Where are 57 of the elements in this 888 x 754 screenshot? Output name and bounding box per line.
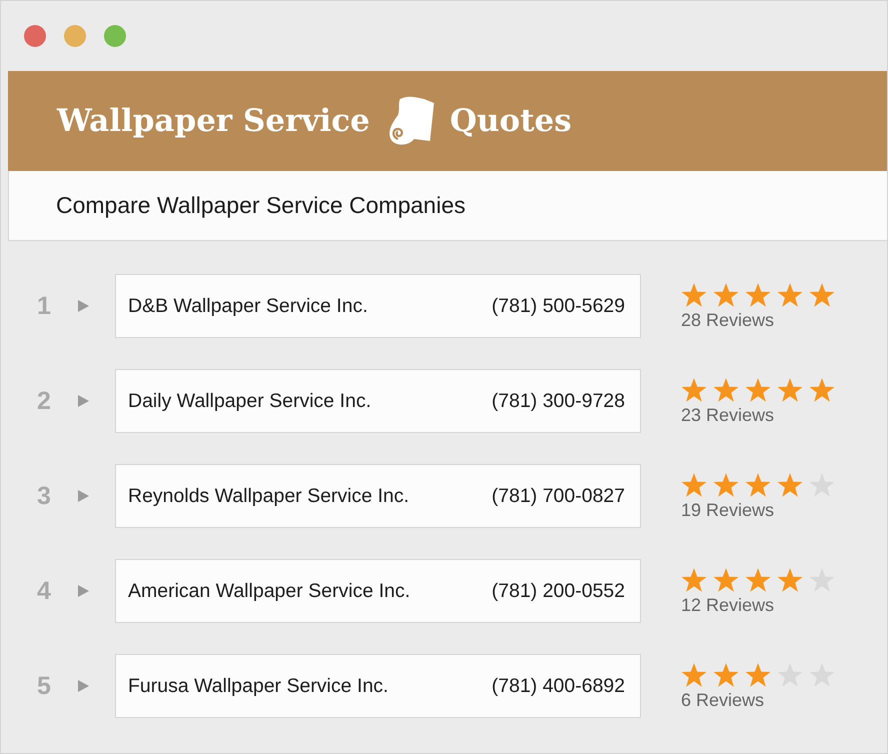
close-button[interactable] xyxy=(24,25,46,47)
star-icon xyxy=(713,282,739,308)
star-icon xyxy=(745,376,771,402)
minimize-button[interactable] xyxy=(64,25,86,47)
maximize-button[interactable] xyxy=(104,25,126,47)
rank-number: 1 xyxy=(37,292,52,320)
company-name: American Wallpaper Service Inc. xyxy=(128,580,410,602)
star-icon xyxy=(713,472,739,498)
logo-title: Quotes xyxy=(450,103,572,139)
star-icon xyxy=(681,282,707,308)
company-name: D&B Wallpaper Service Inc. xyxy=(128,294,368,318)
review-count: 19 Reviews xyxy=(681,500,776,520)
rank-number: 4 xyxy=(37,576,52,606)
rank-number: 5 xyxy=(37,672,52,700)
star-icon xyxy=(681,662,707,688)
rank-number: 3 xyxy=(37,482,52,510)
phone-number: (781) 300-9728 xyxy=(492,390,625,412)
review-count: 28 Reviews xyxy=(681,310,776,330)
company-name: Furusa Wallpaper Service Inc. xyxy=(128,674,388,698)
star-icon xyxy=(745,566,771,592)
review-count: 12 Reviews xyxy=(681,594,776,616)
page-subtitle: Compare Wallpaper Service Companies xyxy=(56,192,466,219)
star-icon xyxy=(681,566,707,592)
star-icon xyxy=(777,282,803,308)
review-count: 6 Reviews xyxy=(681,690,766,710)
rank-number: 2 xyxy=(37,386,52,416)
star-icon xyxy=(713,662,739,688)
star-icon xyxy=(809,282,835,308)
phone-number: (781) 700-0827 xyxy=(492,484,625,508)
logo-title: Wallpaper Service xyxy=(57,103,370,139)
star-icon xyxy=(809,376,835,402)
company-card[interactable]: American Wallpaper Service Inc. (781) 200-0552 xyxy=(115,559,641,623)
company-card[interactable]: Reynolds Wallpaper Service Inc. (781) 700-0827 xyxy=(115,464,641,528)
star-icon xyxy=(777,566,803,592)
phone-number: (781) 400-6892 xyxy=(492,674,625,698)
company-name: Reynolds Wallpaper Service Inc. xyxy=(128,484,410,508)
expand-arrow-icon[interactable] xyxy=(77,680,89,692)
expand-arrow-icon[interactable] xyxy=(77,490,89,502)
star-icon xyxy=(777,472,803,498)
review-count: 23 Reviews xyxy=(681,404,776,426)
company-card[interactable]: D&B Wallpaper Service Inc. (781) 500-5629 xyxy=(115,274,641,338)
phone-number: (781) 200-0552 xyxy=(492,580,625,602)
expand-arrow-icon[interactable] xyxy=(77,585,89,597)
star-icon xyxy=(777,376,803,402)
company-card[interactable]: Daily Wallpaper Service Inc. (781) 300-9728 xyxy=(115,369,641,433)
expand-arrow-icon[interactable] xyxy=(77,300,89,312)
star-icon xyxy=(681,376,707,402)
star-icon xyxy=(713,566,739,592)
expand-arrow-icon[interactable] xyxy=(77,395,89,407)
phone-number: (781) 500-5629 xyxy=(492,294,625,318)
star-icon xyxy=(745,662,771,688)
company-card[interactable]: Furusa Wallpaper Service Inc. (781) 400-6892 xyxy=(115,654,641,718)
star-icon xyxy=(713,376,739,402)
star-icon xyxy=(745,472,771,498)
star-icon xyxy=(745,282,771,308)
star-icon xyxy=(681,472,707,498)
company-name: Daily Wallpaper Service Inc. xyxy=(128,390,372,412)
